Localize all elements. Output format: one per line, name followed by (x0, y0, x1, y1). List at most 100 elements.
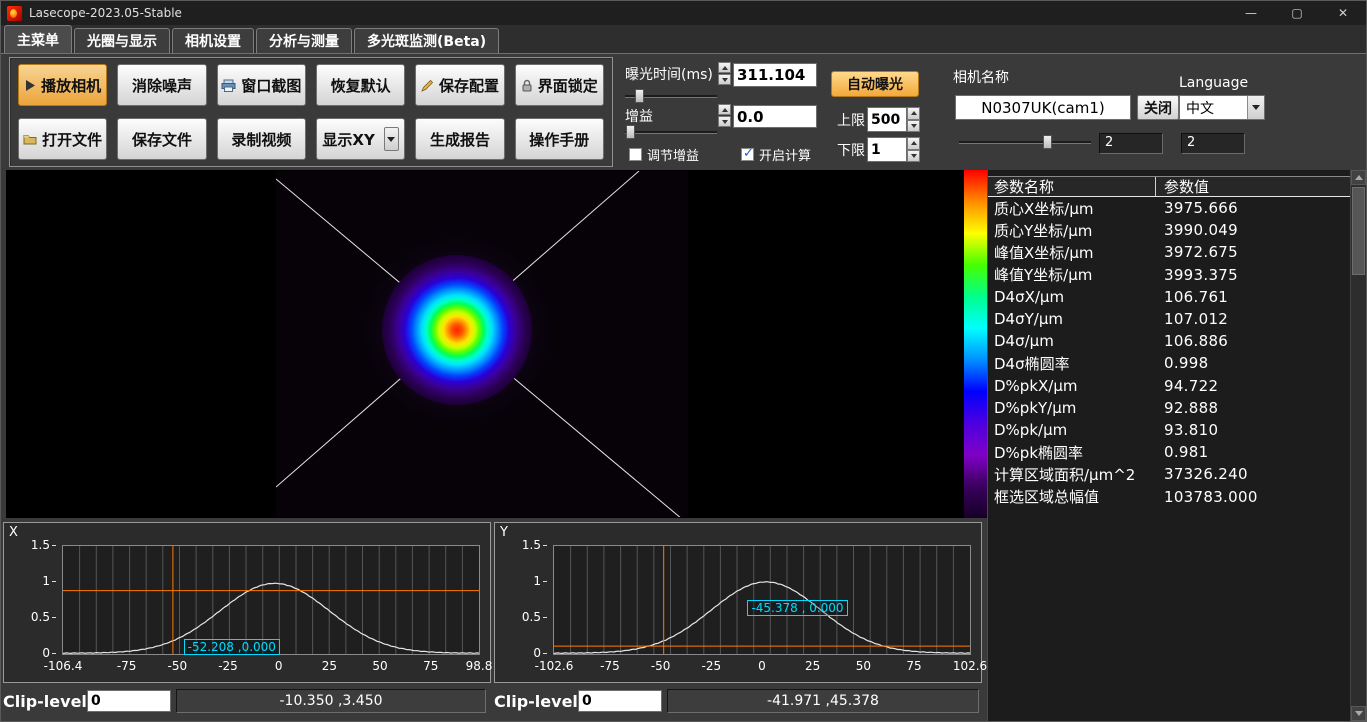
x-tick-label: 50 (356, 659, 404, 673)
y-profile-plot[interactable]: -45.378 , 0.000 (553, 545, 971, 655)
x-tick-label: 75 (407, 659, 455, 673)
spin-down-icon[interactable] (907, 150, 920, 163)
checkbox-box[interactable] (741, 148, 754, 161)
app-logo-icon (7, 6, 22, 21)
enable-calc-checkbox[interactable]: 开启计算 (741, 145, 811, 164)
spin-up-icon[interactable] (907, 107, 920, 120)
open-icon (23, 133, 37, 145)
y-tick-label: 0.5 (12, 610, 56, 624)
slider-thumb[interactable] (635, 89, 644, 103)
toolbar-button-2-1[interactable]: 保存文件 (117, 118, 206, 160)
param-name: D%pkX/μm (988, 377, 1156, 395)
toolbar-button-2-5[interactable]: 操作手册 (515, 118, 604, 160)
toolbar-button-label: 消除噪声 (132, 75, 192, 96)
toolbar-row-1: 播放相机 消除噪声 窗口截图 恢复默认 保存配置界面锁定 (18, 64, 604, 106)
tab-2[interactable]: 相机设置 (172, 28, 254, 53)
maximize-button[interactable]: ▢ (1274, 1, 1320, 25)
x-tick-label: -25 (204, 659, 252, 673)
camera-readout-2: 2 (1181, 133, 1245, 154)
toolbar-button-1-3[interactable]: 恢复默认 (316, 64, 405, 106)
x-clip-level-input[interactable] (87, 690, 171, 712)
toolbar-button-2-3[interactable]: 显示XY (316, 118, 405, 160)
cursor-readout: -45.378 , 0.000 (747, 600, 847, 616)
toolbar-button-2-0[interactable]: 打开文件 (18, 118, 107, 160)
y-tick-label: 1.5 (503, 538, 547, 552)
param-value: 37326.240 (1156, 465, 1248, 483)
toolbar-button-1-5[interactable]: 界面锁定 (515, 64, 604, 106)
language-select[interactable]: 中文 (1179, 95, 1265, 120)
param-row: D%pk/μm93.810 (988, 419, 1350, 441)
y-tick-label: 1 (503, 574, 547, 588)
lower-limit-input[interactable] (867, 137, 907, 162)
x-tick-label: 0 (255, 659, 303, 673)
minimize-button[interactable]: — (1228, 1, 1274, 25)
param-name: 质心Y坐标/μm (988, 220, 1156, 241)
param-name: D%pkY/μm (988, 399, 1156, 417)
toolbar-button-1-1[interactable]: 消除噪声 (117, 64, 206, 106)
slider-thumb[interactable] (1043, 135, 1052, 149)
x-profile-plot[interactable]: -52.208 ,0.000 (62, 545, 480, 655)
toolbar-button-1-0[interactable]: 播放相机 (18, 64, 107, 106)
slider-thumb[interactable] (626, 125, 635, 139)
spin-down-icon[interactable] (907, 120, 920, 133)
spin-up-icon[interactable] (718, 62, 731, 73)
toolbar: 播放相机 消除噪声 窗口截图 恢复默认 保存配置界面锁定 打开文件保存文件 录制视频 显示X… (1, 54, 1366, 170)
tab-1[interactable]: 光圈与显示 (74, 28, 170, 53)
toolbar-button-2-2[interactable]: 录制视频 (217, 118, 306, 160)
toolbar-button-label: 录制视频 (231, 129, 291, 150)
param-row: D4σ椭圆率0.998 (988, 352, 1350, 374)
toolbar-button-label: 打开文件 (42, 129, 102, 150)
toolbar-button-1-4[interactable]: 保存配置 (415, 64, 504, 106)
tab-4[interactable]: 多光斑监测(Beta) (354, 28, 499, 53)
camera-name-label: 相机名称 (953, 67, 1009, 87)
scroll-up-icon[interactable] (1351, 170, 1366, 185)
toolbar-button-label: 播放相机 (41, 75, 101, 96)
spin-up-icon[interactable] (718, 104, 731, 115)
camera-slider[interactable] (959, 135, 1091, 149)
dropdown-arrow-icon[interactable] (384, 127, 399, 151)
y-clip-level-input[interactable] (578, 690, 662, 712)
window-title: Lasecope-2023.05-Stable (29, 6, 182, 20)
param-name: D4σ椭圆率 (988, 353, 1156, 374)
param-name: D4σ/μm (988, 332, 1156, 350)
exposure-time-label: 曝光时间(ms) (625, 64, 713, 84)
spin-down-icon[interactable] (718, 74, 731, 85)
tab-3[interactable]: 分析与测量 (256, 28, 352, 53)
scrollbar-thumb[interactable] (1352, 187, 1365, 275)
adjust-gain-checkbox[interactable]: 调节增益 (629, 145, 699, 164)
x-tick-label: -50 (153, 659, 201, 673)
spin-up-icon[interactable] (907, 137, 920, 150)
close-window-button[interactable]: ✕ (1320, 1, 1366, 25)
toolbar-button-1-2[interactable]: 窗口截图 (217, 64, 306, 106)
param-name: D4σX/μm (988, 288, 1156, 306)
auto-exposure-button[interactable]: 自动曝光 (831, 71, 919, 97)
exposure-time-slider[interactable] (625, 89, 717, 103)
exposure-time-spinner (718, 62, 731, 85)
parameter-table-header: 参数名称 参数值 (988, 176, 1350, 197)
spin-down-icon[interactable] (718, 116, 731, 127)
beam-display[interactable] (6, 170, 964, 518)
scroll-down-icon[interactable] (1351, 706, 1366, 721)
checkbox-box[interactable] (629, 148, 642, 161)
toolbar-button-2-4[interactable]: 生成报告 (415, 118, 504, 160)
y-tick-label: 1.5 (12, 538, 56, 552)
gain-input[interactable] (733, 105, 817, 128)
param-row: D4σX/μm106.761 (988, 286, 1350, 308)
toolbar-button-label: 恢复默认 (331, 75, 391, 96)
y-tick-label: 0 (503, 646, 547, 660)
param-name: 质心X坐标/μm (988, 198, 1156, 219)
slider-track (625, 131, 717, 134)
parameter-scrollbar[interactable] (1350, 170, 1366, 721)
exposure-time-input[interactable] (733, 63, 817, 87)
clip-level-row: Clip-level -10.350 ,3.450 Clip-level -41… (1, 688, 987, 714)
chevron-down-icon[interactable] (1247, 96, 1264, 119)
camera-name-input[interactable] (955, 95, 1131, 120)
close-camera-button[interactable]: 关闭 (1137, 95, 1179, 120)
upper-limit-input[interactable] (867, 107, 907, 132)
tab-0[interactable]: 主菜单 (4, 25, 72, 53)
pencil-icon (421, 79, 434, 92)
gain-spinner (718, 104, 731, 127)
gain-slider[interactable] (625, 125, 717, 139)
toolbar-button-label: 操作手册 (529, 129, 589, 150)
camera-readout-1: 2 (1099, 133, 1163, 154)
